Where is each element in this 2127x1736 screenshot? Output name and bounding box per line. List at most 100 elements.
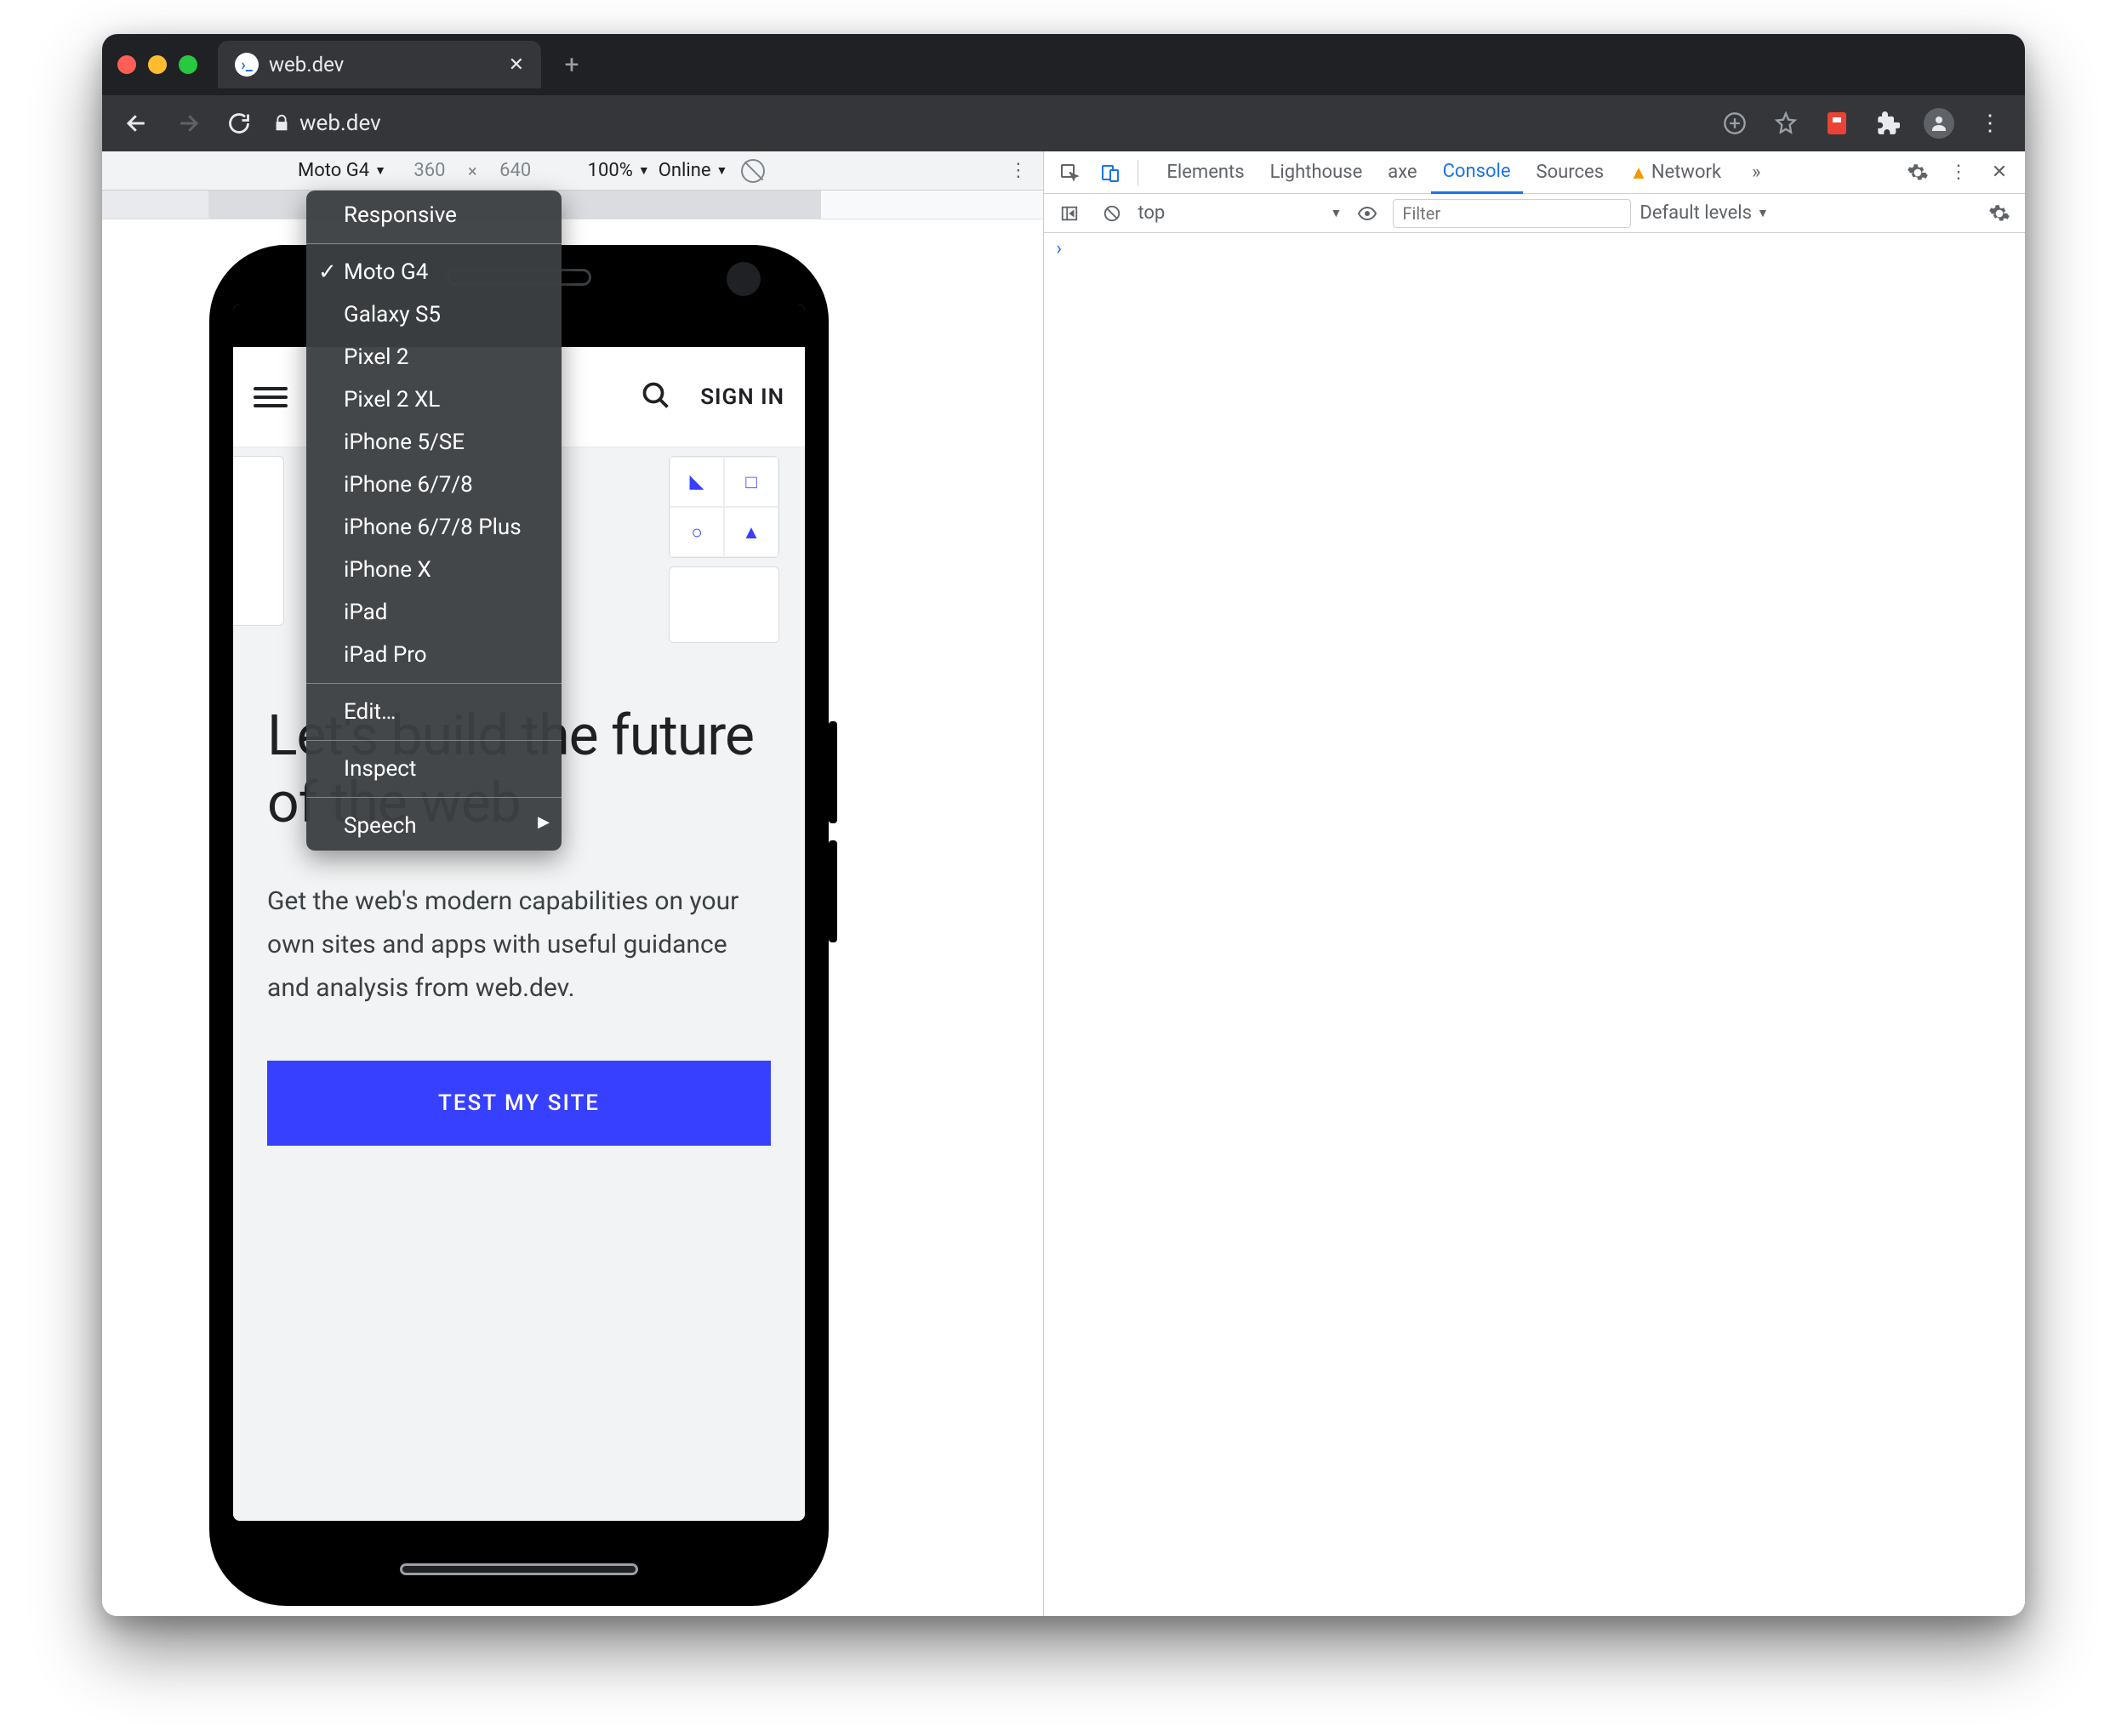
menu-item-device[interactable]: iPad [306,591,562,634]
shape-icon: □ [724,457,778,507]
devtools-pane: Elements Lighthouse axe Console Sources ▲Netw… [1044,151,2025,1616]
ruler [102,191,1043,219]
clear-console-button[interactable] [1095,196,1129,231]
home-bar-icon [400,1563,638,1575]
tab-title: web.dev [269,53,499,77]
device-toolbar-menu[interactable]: ⋮ [1006,160,1031,181]
device-select[interactable]: Moto G4 ▼ [293,158,391,183]
menu-item-device[interactable]: iPhone 6/7/8 [306,464,562,506]
menu-item-device[interactable]: iPhone X [306,549,562,591]
tab-label: Lighthouse [1270,162,1363,183]
volume-button-icon [829,721,837,823]
inspect-element-button[interactable] [1052,156,1086,190]
toggle-device-toolbar-button[interactable] [1093,156,1127,190]
tab-strip: ›_ web.dev ✕ + [102,34,2025,95]
minimize-window-button[interactable] [148,55,167,74]
context-label: top [1138,202,1165,224]
live-expression-button[interactable] [1350,196,1384,231]
log-levels-select[interactable]: Default levels ▼ [1639,202,1768,224]
settings-button[interactable] [1901,156,1935,190]
sign-in-link[interactable]: SIGN IN [700,384,784,410]
toggle-console-sidebar-button[interactable] [1052,196,1086,231]
browser-tab[interactable]: ›_ web.dev ✕ [218,41,541,88]
card-thumbnail [233,456,284,626]
extension-1-icon[interactable] [1814,100,1860,146]
chevron-down-icon: ▼ [638,163,650,178]
test-my-site-button[interactable]: TEST MY SITE [267,1061,771,1146]
devtools-tab-elements[interactable]: Elements [1155,151,1256,194]
hero-subheading: Get the web's modern capabilities on you… [267,879,771,1010]
devtools-menu-button[interactable]: ⋮ [1942,156,1976,190]
menu-item-device[interactable]: Pixel 2 XL [306,379,562,421]
devtools-tab-lighthouse[interactable]: Lighthouse [1258,151,1375,194]
card-thumbnail [669,566,779,643]
menu-item-device[interactable]: Pixel 2 [306,336,562,379]
bookmark-button[interactable] [1763,100,1809,146]
console-settings-button[interactable] [1982,196,2016,231]
add-to-button[interactable] [1712,100,1758,146]
close-window-button[interactable] [117,55,136,74]
chevron-down-icon: ▼ [716,163,728,178]
camera-icon [727,262,761,296]
reload-button[interactable] [216,100,262,146]
filter-input[interactable] [1393,199,1631,228]
lock-icon [272,114,291,133]
device-toolbar: Moto G4 ▼ 360 × 640 100% ▼ Online ▼ ⋮ [102,151,1043,191]
favicon-icon: ›_ [235,53,259,77]
device-select-label: Moto G4 [298,160,369,181]
back-button[interactable] [114,100,160,146]
chevron-down-icon: ▼ [374,163,386,178]
context-select[interactable]: top ▼ [1138,202,1342,224]
tab-label: axe [1388,162,1417,183]
menu-item-device[interactable]: Moto G4 [306,251,562,293]
browser-menu-button[interactable]: ⋮ [1967,100,2013,146]
url-text: web.dev [299,111,381,136]
browser-window: ›_ web.dev ✕ + web.dev [102,34,2025,1616]
menu-item-inspect[interactable]: Inspect [306,748,562,790]
chevron-down-icon: ▼ [1331,206,1343,220]
menu-item-device[interactable]: iPhone 6/7/8 Plus [306,506,562,549]
device-emulator-pane: Moto G4 ▼ 360 × 640 100% ▼ Online ▼ ⋮ [102,151,1044,1616]
menu-item-edit[interactable]: Edit… [306,691,562,733]
tab-label: Sources [1537,162,1605,183]
menu-item-device[interactable]: iPhone 5/SE [306,421,562,464]
traffic-lights [117,55,197,74]
avatar-icon [1924,108,1954,139]
console-toolbar: top ▼ Default levels ▼ [1044,194,2025,233]
device-width-input[interactable]: 360 [400,160,459,181]
dimension-separator: × [468,161,477,181]
devtools-tab-bar: Elements Lighthouse axe Console Sources ▲Netw… [1044,151,2025,194]
close-devtools-button[interactable]: ✕ [1982,156,2016,190]
throttle-select[interactable]: Online ▼ [659,160,728,181]
more-tabs-button[interactable]: » [1740,151,1772,194]
log-levels-label: Default levels [1639,202,1752,224]
devtools-tab-axe[interactable]: axe [1376,151,1428,194]
menu-item-speech[interactable]: Speech [306,805,562,847]
devtools-tab-network[interactable]: ▲Network [1617,151,1733,194]
search-icon[interactable] [641,380,671,414]
shape-icon: ◣ [670,457,724,507]
menu-item-device[interactable]: Galaxy S5 [306,293,562,336]
menu-item-device[interactable]: iPad Pro [306,634,562,676]
throttle-label: Online [659,160,711,181]
console-output[interactable]: › [1044,233,2025,1616]
shape-icon: ○ [670,507,724,557]
no-rotate-icon[interactable] [736,154,770,188]
content-area: Moto G4 ▼ 360 × 640 100% ▼ Online ▼ ⋮ [102,151,2025,1616]
menu-item-responsive[interactable]: Responsive [306,194,562,236]
shape-icon: ▲ [724,507,778,557]
extensions-button[interactable] [1865,100,1911,146]
devtools-tab-console[interactable]: Console [1431,151,1523,194]
card-thumbnail: ◣ □ ○ ▲ [669,456,779,558]
devtools-tab-sources[interactable]: Sources [1525,151,1617,194]
hamburger-menu-icon[interactable] [254,387,288,407]
address-bar[interactable]: web.dev [272,111,381,136]
new-tab-button[interactable]: + [553,46,590,83]
close-tab-button[interactable]: ✕ [509,54,524,76]
zoom-select[interactable]: 100% ▼ [588,160,650,181]
device-height-input[interactable]: 640 [486,160,545,181]
zoom-label: 100% [588,160,633,181]
forward-button[interactable] [165,100,211,146]
profile-button[interactable] [1916,100,1962,146]
zoom-window-button[interactable] [179,55,197,74]
